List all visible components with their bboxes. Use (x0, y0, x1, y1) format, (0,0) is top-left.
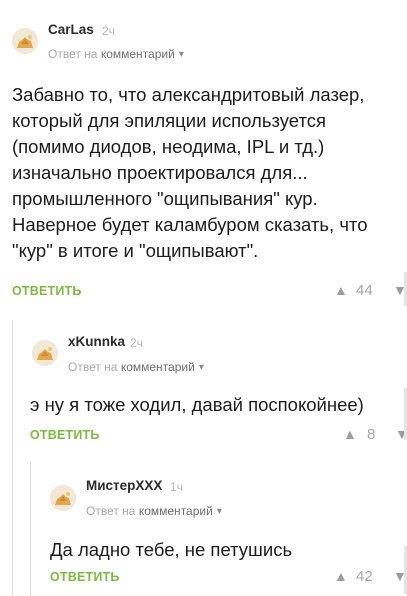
reply-button[interactable]: ОТВЕТИТЬ (50, 570, 120, 584)
chevron-down-icon[interactable]: ▾ (179, 49, 184, 60)
comment-text: Забавно то, что александритовый лазер, к… (12, 82, 368, 264)
comment-text-line: э ну я тоже ходил, давай поспокойнее) (30, 394, 364, 415)
vote-count: 44 (356, 282, 373, 299)
timestamp: 2ч (102, 24, 115, 38)
reply-to[interactable]: Ответ на комментарий ▾ (86, 504, 222, 518)
username[interactable]: CarLas (48, 22, 94, 37)
default-avatar-icon (12, 28, 38, 54)
comment-text-line: "кур" в итоге и "ощипывают". (12, 240, 259, 261)
default-avatar-icon (32, 340, 58, 366)
chevron-down-icon[interactable]: ▾ (217, 506, 222, 517)
username[interactable]: xKunnka (68, 334, 125, 349)
comment-text: э ну я тоже ходил, давай поспокойнее) (30, 392, 364, 418)
reply-to-prefix: Ответ на (86, 504, 136, 518)
comment-3: МистерXXX 1ч Ответ на комментарий ▾ Да ла… (0, 455, 407, 596)
reply-button[interactable]: ОТВЕТИТЬ (12, 284, 82, 298)
avatar[interactable] (32, 340, 58, 366)
username[interactable]: МистерXXX (86, 478, 162, 493)
timestamp: 2ч (130, 336, 143, 350)
reply-to-prefix: Ответ на (48, 47, 98, 61)
comment-1: CarLas 2ч Ответ на комментарий ▾ Забавно … (0, 0, 407, 310)
reply-to[interactable]: Ответ на комментарий ▾ (68, 360, 204, 374)
comment-text: Да ладно тебе, не петушись (50, 537, 292, 563)
reply-to-link[interactable]: комментарий (139, 504, 213, 518)
comment-text-line: изначально проектировался для... (12, 162, 308, 183)
vote-up-icon[interactable]: ▲ (343, 426, 357, 442)
vote-up-icon[interactable]: ▲ (334, 568, 348, 584)
vote-count: 8 (367, 426, 376, 443)
reply-button[interactable]: ОТВЕТИТЬ (30, 428, 100, 442)
comment-text-line: (помимо диодов, неодима, IPL и тд.) (12, 136, 325, 157)
reply-to-prefix: Ответ на (68, 360, 118, 374)
vote-count: 42 (356, 568, 373, 585)
avatar[interactable] (50, 485, 76, 511)
comment-text-line: который для эпиляции используется (12, 110, 326, 131)
chevron-down-icon[interactable]: ▾ (199, 362, 204, 373)
comment-2: xKunnka 2ч Ответ на комментарий ▾ э ну я … (0, 310, 407, 460)
comment-text-line: Забавно то, что александритовый лазер, (12, 84, 365, 105)
timestamp: 1ч (170, 480, 183, 494)
reply-to[interactable]: Ответ на комментарий ▾ (48, 47, 184, 61)
comment-text-line: Наверное будет каламбуром сказать, что (12, 214, 368, 235)
avatar[interactable] (12, 28, 38, 54)
comment-text-line: промышленного "ощипывания" кур. (12, 188, 318, 209)
default-avatar-icon (50, 485, 76, 511)
comment-text-line: Да ладно тебе, не петушись (50, 539, 293, 560)
vote-up-icon[interactable]: ▲ (334, 282, 348, 298)
reply-to-link[interactable]: комментарий (121, 360, 195, 374)
reply-to-link[interactable]: комментарий (101, 47, 175, 61)
